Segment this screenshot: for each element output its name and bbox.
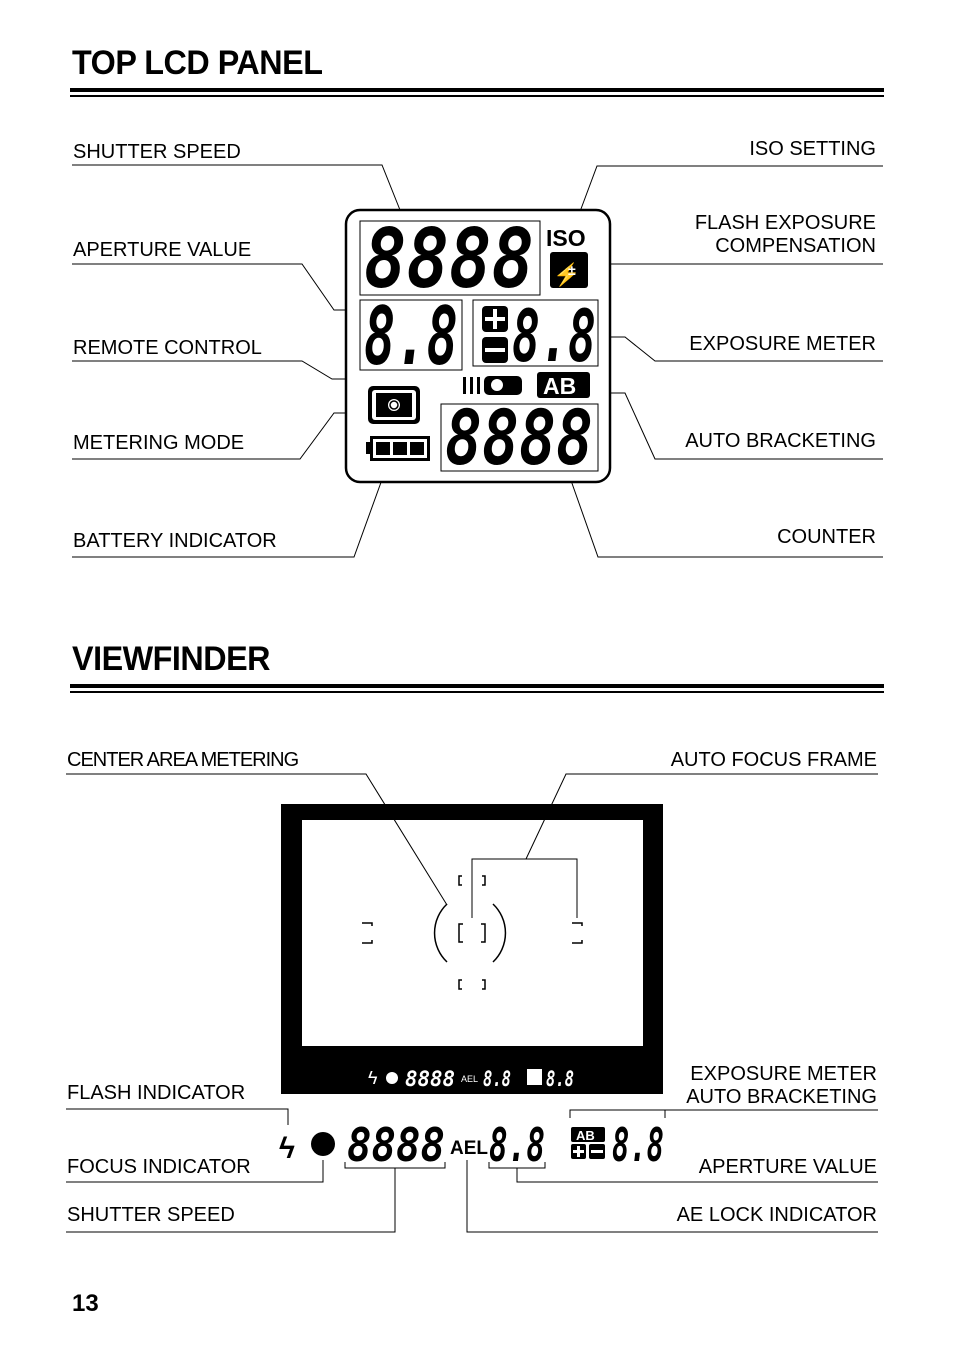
label-vf-auto-bracketing: AUTO BRACKETING — [686, 1086, 877, 1108]
label-vf-shutter-speed: SHUTTER SPEED — [67, 1204, 235, 1226]
lcd-aperture-digits: 8.8 — [364, 290, 458, 383]
svg-text:⚡: ⚡ — [553, 262, 580, 288]
label-vf-exposure-meter: EXPOSURE METER — [690, 1063, 877, 1085]
vf-shutter-digits: 8888 — [347, 1118, 445, 1172]
vf-aperture-digits: 8.8 — [489, 1118, 545, 1172]
viewfinder-legend: ϟ 8888 AEL 8.8 8.8 — [279, 1118, 664, 1172]
leader-metering-mode — [72, 412, 365, 460]
label-focus-indicator: FOCUS INDICATOR — [67, 1156, 251, 1178]
flash-icon: ϟ — [279, 1132, 295, 1165]
svg-text:AEL: AEL — [461, 1074, 478, 1084]
vf-meter-digits: 8.8 — [612, 1118, 664, 1172]
lcd-counter-digits: 8888 — [445, 393, 593, 482]
leader-auto-bracketing — [592, 392, 883, 460]
label-ae-lock-indicator: AE LOCK INDICATOR — [676, 1204, 877, 1226]
label-auto-focus-frame: AUTO FOCUS FRAME — [670, 749, 877, 771]
section-heading-viewfinder: VIEWFINDER — [72, 640, 271, 678]
leader-flash — [66, 1108, 289, 1125]
label-center-area-metering: CENTER AREA METERING — [67, 749, 299, 771]
battery-icon — [366, 436, 430, 461]
leader-exposure-meter — [600, 336, 883, 362]
svg-text:8888: 8888 — [405, 1067, 455, 1091]
leader-counter — [567, 471, 883, 558]
leader-battery — [72, 462, 389, 558]
page-number: 13 — [72, 1290, 99, 1317]
focus-dot-icon — [311, 1132, 335, 1156]
leader-iso — [574, 165, 883, 226]
viewfinder-screen — [302, 820, 643, 1046]
leader-aperture-value — [72, 263, 347, 311]
iso-icon: ISO — [546, 225, 586, 251]
svg-text:ϟ: ϟ — [368, 1068, 378, 1088]
svg-text:8.8: 8.8 — [546, 1067, 574, 1091]
heading-rule — [70, 684, 884, 693]
label-flash-indicator: FLASH INDICATOR — [67, 1082, 246, 1104]
svg-text:AB: AB — [576, 1128, 595, 1143]
svg-text:8.8: 8.8 — [483, 1067, 511, 1091]
label-vf-aperture-value: APERTURE VALUE — [698, 1156, 877, 1178]
metering-mode-icon — [368, 386, 420, 424]
lcd-exposure-digits: 8.8 — [512, 294, 596, 378]
ael-icon: AEL — [450, 1138, 488, 1159]
svg-text:±: ± — [568, 262, 576, 278]
